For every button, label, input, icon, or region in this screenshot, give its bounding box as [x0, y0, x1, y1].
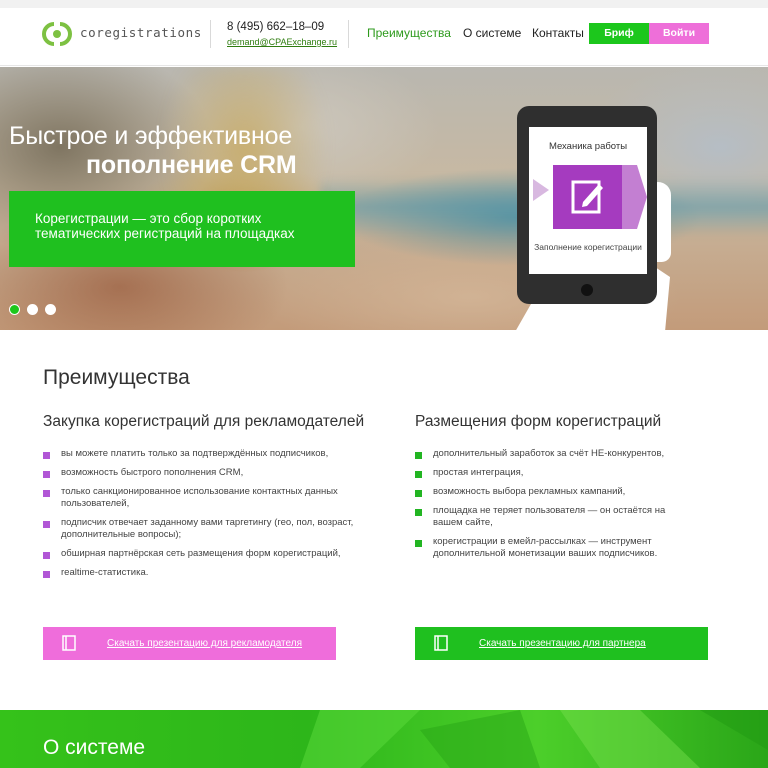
header-divider	[210, 20, 211, 48]
top-strip	[0, 0, 768, 8]
list-item: возможность быстрого пополнения CRM,	[43, 467, 373, 479]
advertisers-list: вы можете платить только за подтверждённ…	[43, 448, 373, 579]
bullet-square-icon	[415, 452, 422, 459]
bullet-square-icon	[43, 571, 50, 578]
advantages-title: Преимущества	[43, 366, 190, 389]
list-item: дополнительный заработок за счёт НЕ-конк…	[415, 448, 695, 460]
email-link[interactable]: demand@CPAExchange.ru	[227, 37, 337, 47]
hero-banner: Быстрое и эффективное пополнение CRM Кор…	[0, 67, 768, 330]
about-section: О системе	[0, 710, 768, 768]
download-advertiser-label[interactable]: Скачать презентацию для рекламодателя	[107, 638, 302, 649]
logo-text[interactable]: coregistrations	[80, 25, 202, 40]
about-title: О системе	[43, 736, 146, 759]
site-header: coregistrations 8 (495) 662–18–09 demand…	[0, 8, 768, 66]
bullet-square-icon	[43, 452, 50, 459]
hero-subtitle: Корегистрации — это сбор коротких темати…	[35, 211, 295, 241]
book-icon	[62, 635, 76, 651]
slider-dot-3[interactable]	[45, 304, 56, 315]
slider-dot-1[interactable]	[9, 304, 20, 315]
hero-title-line1: Быстрое и эффективное	[9, 122, 293, 150]
download-partner-button[interactable]: Скачать презентацию для партнера	[415, 627, 708, 660]
hero-subtitle-box: Корегистрации — это сбор коротких темати…	[9, 191, 355, 267]
bullet-square-icon	[43, 521, 50, 528]
bullet-square-icon	[43, 490, 50, 497]
list-item: корегистрации в емейл-рассылках — инстру…	[415, 536, 695, 560]
arrow-right-icon	[637, 165, 647, 229]
nav-contacts[interactable]: Контакты	[532, 26, 584, 40]
partners-title: Размещения форм корегистраций	[415, 413, 662, 430]
bullet-square-icon	[43, 471, 50, 478]
list-item: realtime-статистика.	[43, 567, 373, 579]
list-item: возможность выбора рекламных кампаний,	[415, 486, 695, 498]
list-item: подписчик отвечает заданному вами таргет…	[43, 517, 373, 541]
book-icon	[434, 635, 448, 651]
logo-icon[interactable]	[42, 22, 74, 46]
nav-about[interactable]: О системе	[463, 26, 521, 40]
bullet-square-icon	[415, 471, 422, 478]
hero-title-line2: пополнение CRM	[86, 151, 297, 179]
list-item: площадка не теряет пользователя — он ост…	[415, 505, 695, 529]
list-item: обширная партнёрская сеть размещения фор…	[43, 548, 373, 560]
bullet-square-icon	[415, 490, 422, 497]
bullet-square-icon	[415, 509, 422, 516]
arrow-left-icon	[533, 179, 549, 201]
tablet-caption: Заполнение корегистрации	[534, 242, 642, 252]
nav-advantages[interactable]: Преимущества	[367, 26, 451, 40]
download-advertiser-button[interactable]: Скачать презентацию для рекламодателя	[43, 627, 336, 660]
login-button[interactable]: Войти	[649, 23, 709, 44]
header-divider	[348, 20, 349, 48]
list-item: вы можете платить только за подтверждённ…	[43, 448, 373, 460]
tablet-arrow-block	[622, 165, 637, 229]
list-item: только санкционированное использование к…	[43, 486, 373, 510]
bullet-square-icon	[43, 552, 50, 559]
tablet-home-button	[581, 284, 593, 296]
download-partner-label[interactable]: Скачать презентацию для партнера	[479, 638, 646, 649]
advertisers-title: Закупка корегистраций для рекламодателей	[43, 413, 365, 430]
tablet-screen: Механика работы Заполнение корегистрации	[529, 127, 647, 274]
edit-form-icon	[571, 180, 603, 214]
brief-button[interactable]: Бриф	[589, 23, 649, 44]
tablet-title: Механика работы	[548, 141, 628, 152]
slider-dot-2[interactable]	[27, 304, 38, 315]
phone-number: 8 (495) 662–18–09	[227, 21, 325, 33]
partners-list: дополнительный заработок за счёт НЕ-конк…	[415, 448, 695, 560]
list-item: простая интеграция,	[415, 467, 695, 479]
bullet-square-icon	[415, 540, 422, 547]
tablet-illustration: Механика работы Заполнение корегистрации	[517, 106, 657, 304]
